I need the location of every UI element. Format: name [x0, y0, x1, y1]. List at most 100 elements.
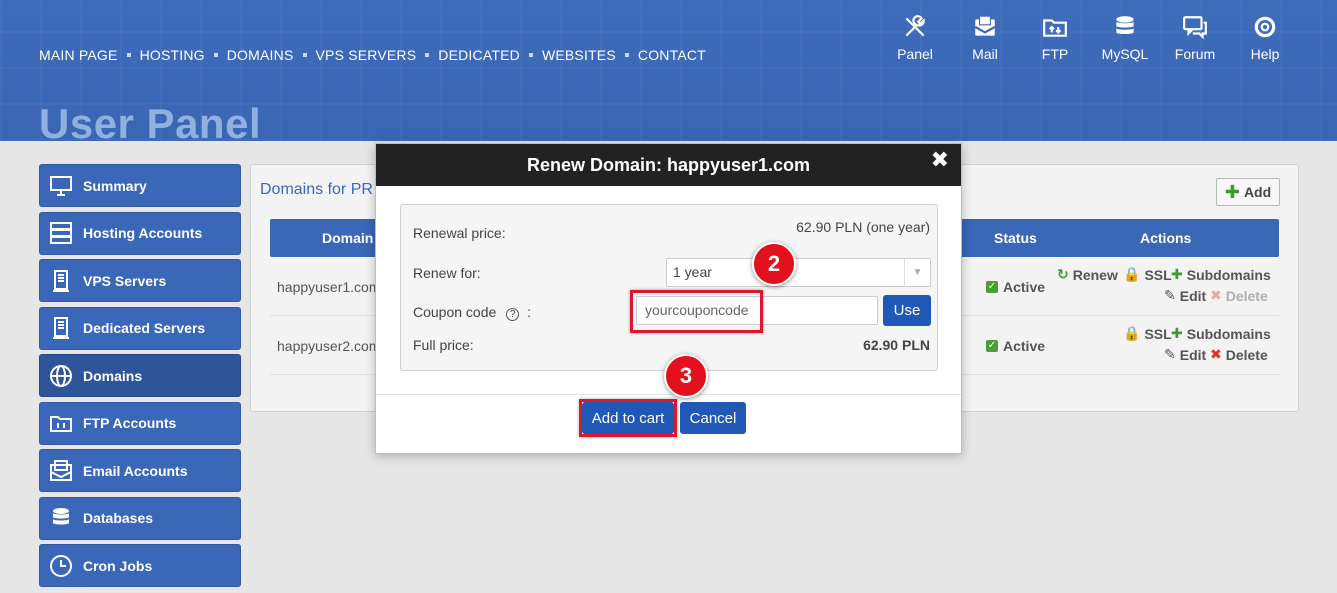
database-icon: [1090, 14, 1160, 44]
nav-contact[interactable]: CONTACT: [638, 47, 706, 63]
tool-ftp[interactable]: FTP: [1020, 14, 1090, 62]
renew-label: Renew: [1072, 266, 1118, 283]
edit-action[interactable]: ✎ Edit: [1164, 346, 1206, 363]
sidebar-item-dedicated-servers[interactable]: Dedicated Servers: [39, 306, 241, 350]
sidebar-item-cron-jobs[interactable]: Cron Jobs: [39, 544, 241, 587]
sidebar-item-summary[interactable]: Summary: [39, 164, 241, 207]
ssl-action[interactable]: 🔒 SSL: [1123, 325, 1172, 342]
renew-action[interactable]: ↻ Renew: [1057, 266, 1118, 283]
nav-separator: [528, 53, 533, 57]
pencil-icon: ✎: [1164, 287, 1176, 303]
sidebar-item-ftp-accounts[interactable]: FTP Accounts: [39, 401, 241, 445]
renew-domain-dialog: Renew Domain: happyuser1.com ✖ Renewal p…: [375, 143, 962, 454]
nav-dedicated[interactable]: DEDICATED: [438, 47, 520, 63]
delete-x-icon: ✖: [1210, 346, 1222, 362]
tool-label: Mail: [972, 46, 998, 62]
chevron-down-icon: ▼: [904, 259, 930, 286]
dialog-title: Renew Domain: happyuser1.com: [376, 144, 961, 186]
plus-icon: ✚: [1224, 182, 1240, 202]
renew-period-select[interactable]: 1 year ▼: [666, 258, 931, 287]
tool-label: FTP: [1041, 46, 1069, 62]
renewal-form: Renewal price: 62.90 PLN (one year) Rene…: [400, 204, 938, 371]
renew-for-label: Renew for:: [413, 265, 481, 281]
status-badge: ✓ Active: [986, 279, 1045, 295]
full-price-label: Full price:: [413, 337, 474, 353]
help-circle-icon[interactable]: ?: [506, 308, 520, 321]
nav-main-page[interactable]: MAIN PAGE: [39, 47, 118, 63]
sidebar-item-label: Summary: [83, 177, 147, 194]
clock-icon: [48, 553, 74, 579]
tool-shortcuts: Panel Mail FTP MySQL Forum Help: [880, 14, 1300, 62]
add-domain-button[interactable]: ✚ Add: [1216, 178, 1280, 206]
ftp-folder-icon: [48, 410, 74, 436]
domain-name[interactable]: happyuser1.com: [277, 279, 381, 295]
tools-icon: [880, 14, 950, 44]
tool-mail[interactable]: Mail: [950, 14, 1020, 62]
sidebar-item-hosting-accounts[interactable]: Hosting Accounts: [39, 211, 241, 255]
sidebar-item-label: Domains: [83, 367, 143, 384]
use-coupon-button[interactable]: Use: [883, 295, 931, 326]
tool-help[interactable]: Help: [1230, 14, 1300, 62]
tool-label: Panel: [897, 46, 933, 62]
edit-action[interactable]: ✎ Edit: [1164, 287, 1206, 304]
check-icon: ✓: [986, 340, 998, 352]
panel-title: Domains for PR: [260, 181, 373, 198]
status-text: Active: [1003, 279, 1046, 295]
ssl-label: SSL: [1144, 325, 1172, 342]
dialog-footer-divider: [376, 394, 961, 395]
sidebar-item-label: VPS Servers: [83, 272, 167, 289]
delete-action[interactable]: ✖ Delete: [1210, 346, 1268, 363]
lifebuoy-icon: [1230, 14, 1300, 44]
sidebar-item-label: Hosting Accounts: [83, 225, 203, 241]
nav-hosting[interactable]: HOSTING: [140, 47, 205, 63]
tool-panel[interactable]: Panel: [880, 14, 950, 62]
sidebar-item-label: Cron Jobs: [83, 557, 153, 574]
edit-label: Edit: [1179, 346, 1207, 363]
subdomains-label: Subdomains: [1186, 325, 1271, 342]
email-icon: [48, 458, 74, 484]
column-domain: Domain: [322, 230, 374, 246]
delete-x-icon: ✖: [1210, 287, 1222, 303]
add-to-cart-highlight-frame: [579, 399, 677, 437]
cancel-button[interactable]: Cancel: [680, 402, 746, 434]
tool-forum[interactable]: Forum: [1160, 14, 1230, 62]
tool-mysql[interactable]: MySQL: [1090, 14, 1160, 62]
www-globe-icon: [48, 363, 74, 389]
sidebar-item-label: FTP Accounts: [83, 415, 177, 431]
sidebar-item-email-accounts[interactable]: Email Accounts: [39, 449, 241, 492]
nav-domains[interactable]: DOMAINS: [227, 47, 294, 63]
sidebar-item-vps-servers[interactable]: VPS Servers: [39, 259, 241, 302]
check-icon: ✓: [986, 281, 998, 293]
close-icon[interactable]: ✖: [931, 147, 949, 173]
ssl-label: SSL: [1144, 266, 1172, 283]
renewal-price-value: 62.90 PLN (one year): [796, 219, 930, 235]
nav-websites[interactable]: WEBSITES: [542, 47, 616, 63]
add-label: Add: [1243, 184, 1272, 200]
nav-separator: [624, 53, 629, 57]
monitor-icon: [48, 173, 74, 199]
full-price-value: 62.90 PLN: [863, 337, 930, 353]
delete-label: Delete: [1225, 346, 1268, 363]
subdomains-action[interactable]: ✚ Subdomains: [1171, 325, 1271, 342]
domain-name[interactable]: happyuser2.com: [277, 338, 381, 354]
site-header: MAIN PAGE HOSTING DOMAINS VPS SERVERS DE…: [0, 0, 1337, 141]
column-status: Status: [994, 230, 1037, 246]
delete-action[interactable]: ✖ Delete: [1210, 287, 1268, 304]
nav-separator: [302, 53, 307, 57]
sidebar-item-domains[interactable]: Domains: [39, 354, 241, 397]
pencil-icon: ✎: [1164, 346, 1176, 362]
sidebar: Summary Hosting Accounts VPS Servers Ded…: [39, 164, 241, 592]
forum-icon: [1160, 14, 1230, 44]
ssl-action[interactable]: 🔒 SSL: [1123, 266, 1172, 283]
lock-icon: 🔒: [1123, 325, 1141, 341]
vps-icon: [48, 268, 74, 294]
renew-period-value: 1 year: [673, 264, 712, 280]
nav-vps-servers[interactable]: VPS SERVERS: [316, 47, 417, 63]
subdomains-action[interactable]: ✚ Subdomains: [1171, 266, 1271, 283]
step-badge-2: 2: [752, 242, 796, 286]
delete-label: Delete: [1225, 287, 1268, 304]
tool-label: Help: [1250, 46, 1280, 62]
nav-separator: [213, 53, 218, 57]
sidebar-item-databases[interactable]: Databases: [39, 496, 241, 540]
coupon-code-label: Coupon code ? :: [413, 304, 531, 321]
